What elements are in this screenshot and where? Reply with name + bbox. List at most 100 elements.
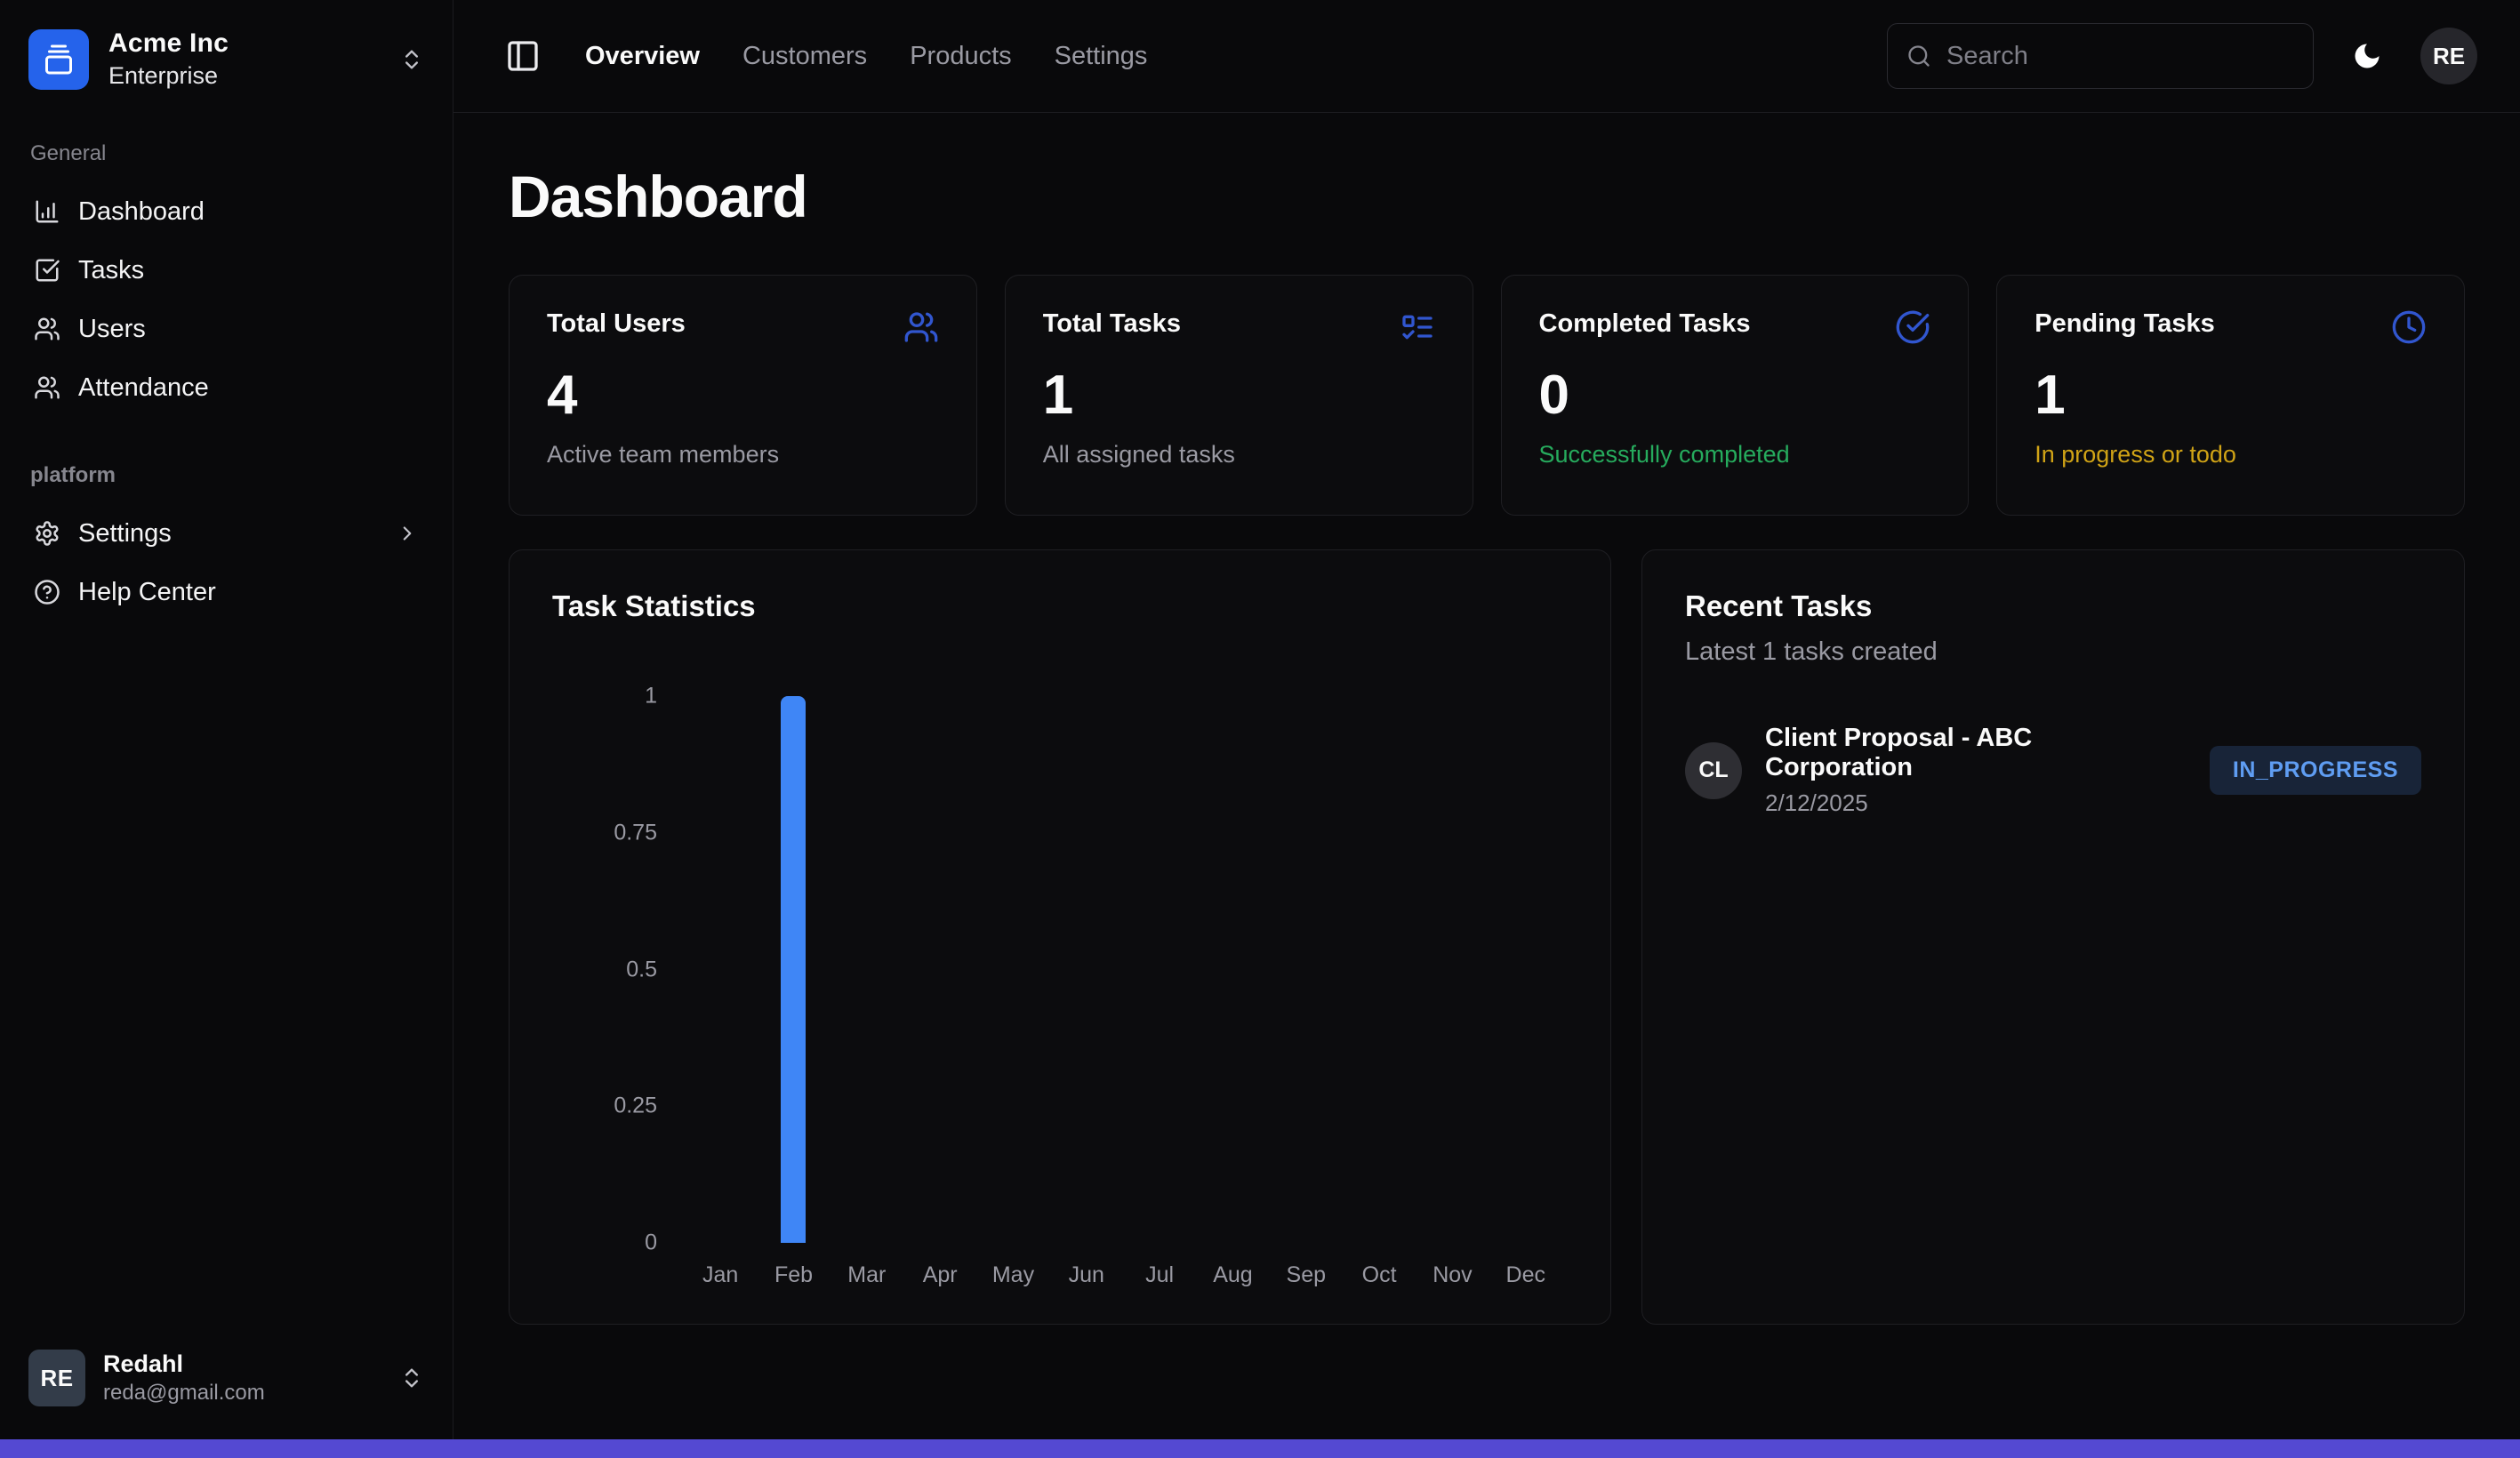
nav-tabs: Overview Customers Products Settings — [585, 42, 1147, 71]
sidebar-item-tasks[interactable]: Tasks — [21, 241, 431, 300]
search-box — [1887, 23, 2314, 89]
chart-y-tick: 0 — [645, 1230, 657, 1256]
task-list-item[interactable]: CL Client Proposal - ABC Corporation 2/12/… — [1685, 724, 2421, 817]
chart-x-tick: Nov — [1416, 1262, 1489, 1288]
chart-column-icon — [34, 198, 60, 225]
sidebar-item-label: Tasks — [78, 256, 419, 285]
chart-x-tick: Oct — [1343, 1262, 1416, 1288]
sidebar-item-users[interactable]: Users — [21, 300, 431, 358]
stat-card-value: 1 — [2034, 368, 2427, 423]
sidebar-item-label: Users — [78, 315, 419, 344]
user-avatar: RE — [28, 1350, 85, 1406]
users-icon — [34, 374, 60, 401]
chart-bar-slot — [757, 696, 830, 1243]
sidebar-section-label: General — [30, 141, 431, 166]
nav-avatar[interactable]: RE — [2420, 28, 2477, 84]
footer-accent-bar — [0, 1439, 2520, 1458]
chart-bar-slot — [903, 696, 976, 1243]
panels-row: Task Statistics 10.750.50.250 JanFebMarA… — [509, 549, 2465, 1325]
stat-card-completed-tasks: Completed Tasks0Successfully completed — [1501, 275, 1970, 516]
sidebar-item-settings[interactable]: Settings — [21, 504, 431, 563]
chart-x-tick: Mar — [831, 1262, 903, 1288]
chart-x-tick: Sep — [1270, 1262, 1343, 1288]
sidebar-item-dashboard[interactable]: Dashboard — [21, 182, 431, 241]
chart-x-axis: JanFebMarAprMayJunJulAugSepOctNovDec — [684, 1262, 1562, 1288]
chart-bar-slot — [1270, 696, 1343, 1243]
tab-overview[interactable]: Overview — [585, 42, 700, 71]
theme-toggle-button[interactable] — [2351, 40, 2383, 72]
gear-icon — [34, 520, 60, 547]
chart-y-tick: 0.5 — [626, 957, 657, 982]
search-input[interactable] — [1887, 23, 2314, 89]
chevrons-up-down-icon — [399, 1366, 424, 1390]
chart-x-tick: Dec — [1489, 1262, 1562, 1288]
recent-tasks-subtitle: Latest 1 tasks created — [1685, 637, 2421, 667]
chevron-right-icon — [396, 522, 419, 545]
moon-icon — [2351, 40, 2383, 72]
chart-y-tick: 0.75 — [614, 820, 657, 845]
stat-card-title: Total Users — [547, 309, 686, 339]
stat-card-subtitle: All assigned tasks — [1043, 441, 1435, 469]
panel-left-icon — [505, 38, 541, 74]
chart-bar-slot — [1123, 696, 1196, 1243]
task-avatar: CL — [1685, 742, 1742, 799]
user-menu[interactable]: RE Redahl reda@gmail.com — [21, 1341, 431, 1415]
sidebar-item-label: Attendance — [78, 373, 419, 403]
chart-bar-slot — [831, 696, 903, 1243]
task-status-badge: IN_PROGRESS — [2210, 746, 2421, 795]
chart-x-tick: Aug — [1196, 1262, 1269, 1288]
user-name: Redahl — [103, 1350, 381, 1378]
help-circle-icon — [34, 579, 60, 605]
recent-tasks-card: Recent Tasks Latest 1 tasks created CL Cl… — [1641, 549, 2465, 1325]
sidebar-item-help-center[interactable]: Help Center — [21, 563, 431, 621]
org-name: Acme Inc — [108, 28, 380, 59]
company-logo-icon — [43, 44, 75, 76]
chevrons-up-down-icon — [399, 47, 424, 72]
recent-tasks-title: Recent Tasks — [1685, 589, 2421, 623]
tab-settings[interactable]: Settings — [1055, 42, 1148, 71]
chart-x-tick: May — [976, 1262, 1049, 1288]
circle-check-icon — [1895, 309, 1930, 345]
sidebar-item-attendance[interactable]: Attendance — [21, 358, 431, 417]
sidebar-item-label: Dashboard — [78, 197, 419, 227]
stat-card-pending-tasks: Pending Tasks1In progress or todo — [1996, 275, 2465, 516]
topnav: Overview Customers Products Settings RE — [453, 0, 2520, 113]
stat-card-subtitle: Active team members — [547, 441, 939, 469]
list-todo-icon — [1400, 309, 1435, 345]
user-email: reda@gmail.com — [103, 1381, 381, 1406]
stat-card-title: Pending Tasks — [2034, 309, 2215, 339]
stat-card-value: 4 — [547, 368, 939, 423]
tab-customers[interactable]: Customers — [742, 42, 867, 71]
chart-x-tick: Feb — [757, 1262, 830, 1288]
page-title: Dashboard — [509, 163, 2465, 230]
chart-x-tick: Apr — [903, 1262, 976, 1288]
chart-y-axis: 10.750.50.250 — [552, 696, 657, 1243]
sidebar: Acme Inc Enterprise General Dashboard Task… — [0, 0, 453, 1458]
chart-bar-slot — [1416, 696, 1489, 1243]
stat-card-total-users: Total Users 4 Active team members — [509, 275, 977, 516]
org-plan: Enterprise — [108, 62, 380, 90]
chart-bar-slot — [1050, 696, 1123, 1243]
chart-title: Task Statistics — [552, 589, 1568, 623]
task-statistics-card: Task Statistics 10.750.50.250 JanFebMarA… — [509, 549, 1611, 1325]
tab-products[interactable]: Products — [910, 42, 1011, 71]
users-icon — [34, 316, 60, 342]
stat-card-subtitle: Successfully completed — [1539, 441, 1931, 469]
sidebar-nav: GeneralDashboardTasksUsersAttendanceplat… — [21, 95, 431, 621]
bar-chart: 10.750.50.250 — [552, 696, 1568, 1243]
app-root: Acme Inc Enterprise General Dashboard Task… — [0, 0, 2520, 1458]
chart-bar-slot — [976, 696, 1049, 1243]
stat-card-title: Total Tasks — [1043, 309, 1181, 339]
main-column: Overview Customers Products Settings RE Das… — [453, 0, 2520, 1458]
chart-x-tick: Jul — [1123, 1262, 1196, 1288]
sidebar-toggle-button[interactable] — [505, 38, 541, 74]
chart-bar-slot — [1343, 696, 1416, 1243]
task-date: 2/12/2025 — [1765, 789, 2187, 817]
search-icon — [1906, 44, 1931, 68]
task-title: Client Proposal - ABC Corporation — [1765, 724, 2187, 782]
task-list: CL Client Proposal - ABC Corporation 2/12/… — [1685, 724, 2421, 817]
chart-plot-area — [684, 696, 1562, 1243]
chart-bar-slot — [684, 696, 757, 1243]
org-switcher[interactable]: Acme Inc Enterprise — [21, 23, 431, 95]
clock-icon — [2391, 309, 2427, 345]
